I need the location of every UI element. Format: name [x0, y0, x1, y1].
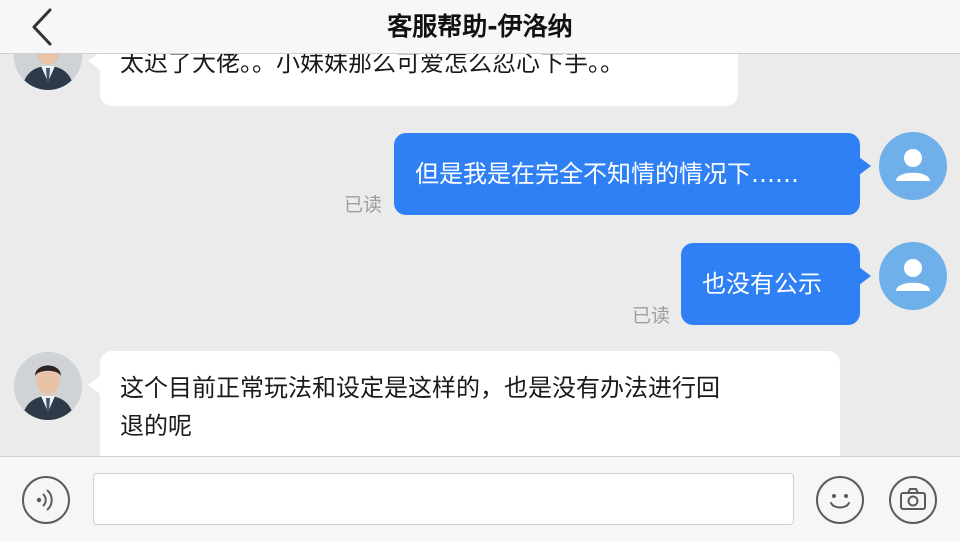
message-bubble-user[interactable]: 也没有公示 — [681, 243, 860, 325]
user-avatar[interactable] — [879, 242, 947, 310]
user-avatar[interactable] — [879, 132, 947, 200]
camera-button[interactable] — [889, 476, 937, 524]
user-avatar-icon — [896, 259, 930, 291]
chat-screen: 客服帮助-伊洛纳 太迟了大佬。。小妹妹那么可爱怎么忍心下手。。 已读 但是我是在… — [0, 0, 960, 541]
message-text-line: 这个目前正常玩法和设定是这样的，也是没有办法进行回 — [120, 374, 720, 402]
message-list[interactable]: 太迟了大佬。。小妹妹那么可爱怎么忍心下手。。 已读 但是我是在完全不知情的情况下… — [0, 54, 960, 456]
bubble-tail — [859, 267, 871, 285]
message-bubble-agent[interactable]: 太迟了大佬。。小妹妹那么可爱怎么忍心下手。。 — [100, 54, 738, 106]
message-text: 但是我是在完全不知情的情况下…… — [415, 160, 799, 188]
bubble-tail — [859, 157, 871, 175]
camera-icon — [900, 488, 926, 510]
emoji-icon — [830, 494, 850, 509]
message-text-line: 退的呢 — [120, 412, 192, 440]
user-avatar-icon — [896, 149, 930, 181]
header-bar: 客服帮助-伊洛纳 — [0, 0, 960, 54]
bubble-tail — [88, 54, 100, 70]
emoji-button[interactable] — [816, 476, 864, 524]
read-status: 已读 — [344, 194, 383, 216]
agent-portrait-icon — [14, 352, 82, 420]
message-text: 也没有公示 — [702, 270, 822, 298]
agent-avatar[interactable] — [14, 352, 82, 420]
bubble-tail — [88, 376, 100, 394]
read-status: 已读 — [632, 305, 671, 327]
agent-portrait-icon — [14, 54, 82, 90]
message-text: 太迟了大佬。。小妹妹那么可爱怎么忍心下手。。 — [120, 54, 624, 77]
message-bubble-user[interactable]: 但是我是在完全不知情的情况下…… — [394, 133, 860, 215]
voice-icon — [36, 489, 53, 511]
agent-avatar[interactable] — [14, 54, 82, 90]
message-bubble-agent[interactable]: 这个目前正常玩法和设定是这样的，也是没有办法进行回 退的呢 — [100, 351, 840, 456]
voice-button[interactable] — [22, 476, 70, 524]
message-input[interactable] — [93, 473, 794, 525]
input-bar — [0, 456, 960, 541]
page-title: 客服帮助-伊洛纳 — [387, 12, 573, 41]
